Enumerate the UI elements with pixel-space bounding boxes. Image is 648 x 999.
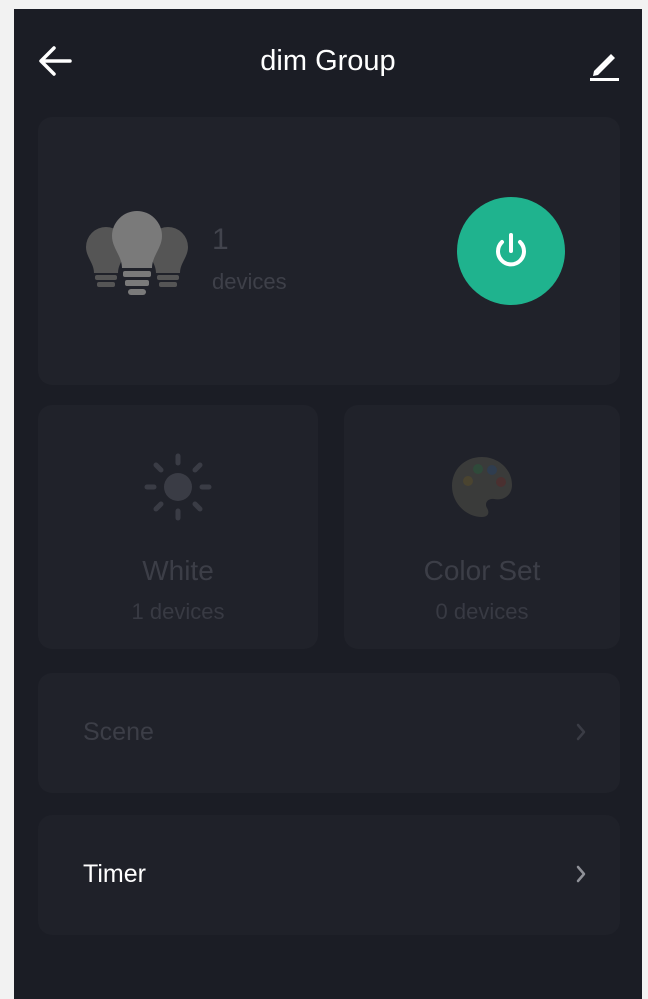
screen: dim Group 1 devices White 1 devices Colo… xyxy=(14,9,642,999)
device-count-label: devices xyxy=(212,269,287,294)
power-button[interactable] xyxy=(457,197,565,305)
pencil-icon xyxy=(590,54,619,81)
timer-label: Timer xyxy=(83,860,146,888)
white-tile-label: White xyxy=(142,555,214,586)
white-mode-tile[interactable]: White 1 devices xyxy=(38,405,318,649)
power-icon xyxy=(496,233,526,267)
page-title: dim Group xyxy=(260,45,396,77)
scene-row[interactable]: Scene xyxy=(38,673,620,793)
device-count: 1 xyxy=(212,223,229,256)
color-set-tile-count: 0 devices xyxy=(435,599,529,624)
color-set-tile[interactable]: Color Set 0 devices xyxy=(344,405,620,649)
scene-label: Scene xyxy=(83,718,154,746)
color-set-tile-label: Color Set xyxy=(423,555,541,586)
sun-icon xyxy=(38,451,318,523)
white-tile-count: 1 devices xyxy=(131,599,225,624)
timer-row[interactable]: Timer xyxy=(38,815,620,935)
light-bulbs-icon xyxy=(82,209,192,305)
palette-icon xyxy=(344,451,620,523)
chevron-right-icon xyxy=(576,723,586,741)
group-power-card: 1 devices xyxy=(38,117,620,385)
edit-button[interactable] xyxy=(584,43,624,83)
chevron-right-icon xyxy=(576,865,586,883)
app-header: dim Group xyxy=(14,9,642,113)
